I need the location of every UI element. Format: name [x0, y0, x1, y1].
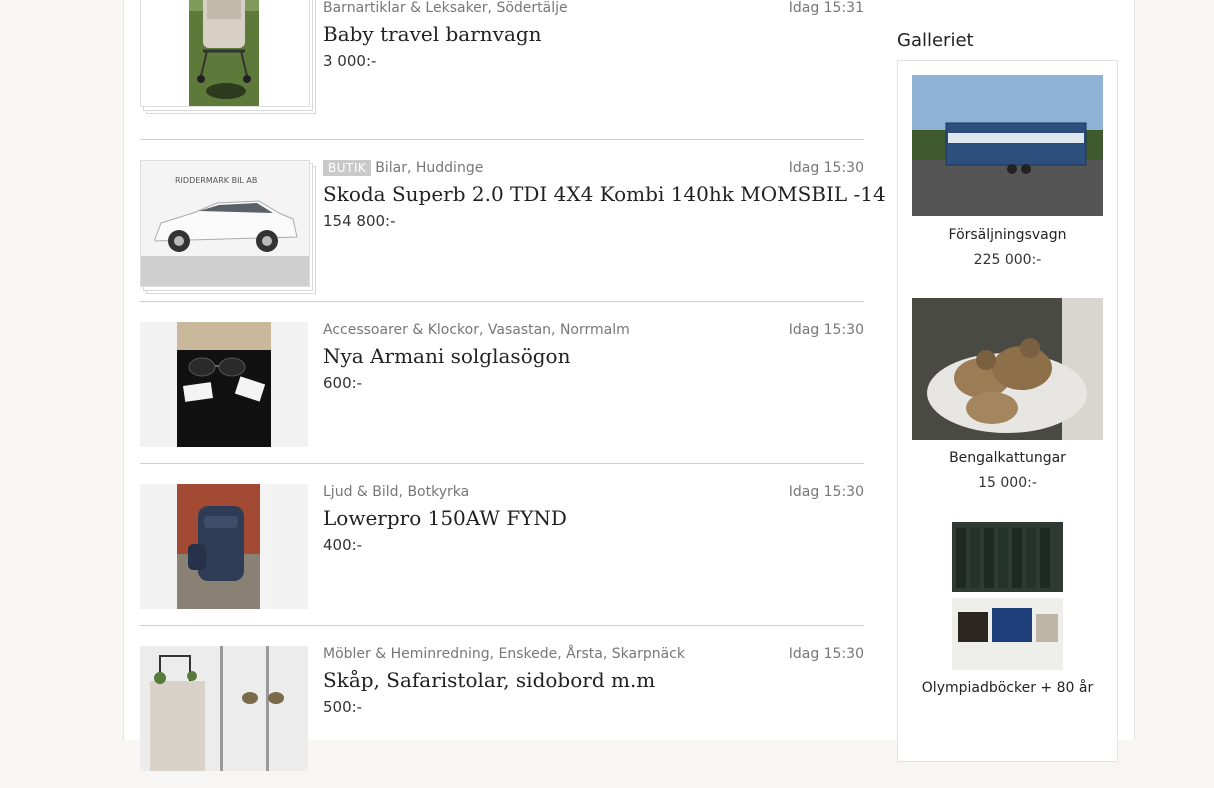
listing-time: Idag 15:30 — [788, 160, 864, 176]
trailer-photo[interactable] — [912, 75, 1103, 216]
thumbnail-stack[interactable]: RIDDERMARK BIL AB — [140, 160, 316, 294]
shop-badge: BUTIK — [323, 160, 372, 176]
furniture-photo[interactable] — [140, 646, 308, 771]
listing-category: Barnartiklar & Leksaker, Södertälje — [323, 0, 568, 16]
listing-title[interactable]: Skoda Superb 2.0 TDI 4X4 Kombi 140hk MOM… — [323, 182, 886, 206]
list-item[interactable]: Barnartiklar & Leksaker, Södertälje Idag… — [140, 0, 864, 140]
listing-title[interactable]: Lowerpro 150AW FYND — [323, 506, 567, 530]
gallery-item-name[interactable]: Bengalkattungar — [898, 450, 1117, 466]
thumbnail[interactable] — [140, 646, 310, 772]
sunglasses-photo[interactable] — [140, 322, 308, 447]
gallery-item[interactable]: Bengalkattungar 15 000:- — [898, 298, 1117, 503]
listing-title[interactable]: Nya Armani solglasögon — [323, 344, 570, 368]
gallery-item-name[interactable]: Olympiadböcker + 80 år — [898, 680, 1117, 696]
gallery-item-price: 225 000:- — [973, 252, 1042, 268]
gallery-item-price: 15 000:- — [978, 475, 1037, 491]
stroller-photo[interactable] — [140, 0, 310, 107]
gallery-panel: Försäljningsvagn 225 000:- Bengalkattung… — [897, 60, 1118, 762]
listing-category: Möbler & Heminredning, Enskede, Årsta, S… — [323, 646, 685, 662]
list-item[interactable]: Ljud & Bild, Botkyrka Idag 15:30 Lowerpr… — [140, 464, 864, 626]
thumbnail-stack[interactable] — [140, 0, 316, 114]
gallery-item[interactable]: Olympiadböcker + 80 år — [898, 522, 1117, 727]
listing-time: Idag 15:31 — [788, 0, 864, 16]
listing-price: 500:- — [323, 698, 363, 716]
list-item[interactable]: RIDDERMARK BIL AB BUTIK Bilar, Huddinge I… — [140, 140, 886, 302]
thumbnail[interactable] — [140, 484, 310, 610]
kittens-photo[interactable] — [912, 298, 1103, 440]
svg-text:RIDDERMARK BIL AB: RIDDERMARK BIL AB — [175, 176, 257, 185]
gallery-heading: Galleriet — [897, 30, 974, 51]
listing-title[interactable]: Baby travel barnvagn — [323, 22, 542, 46]
listing-category: Accessoarer & Klockor, Vasastan, Norrmal… — [323, 322, 630, 338]
gallery-item[interactable]: Försäljningsvagn 225 000:- — [898, 75, 1117, 280]
list-item[interactable]: Accessoarer & Klockor, Vasastan, Norrmal… — [140, 302, 864, 464]
books-photo[interactable] — [952, 522, 1063, 670]
backpack-photo[interactable] — [140, 484, 308, 609]
listing-price: 400:- — [323, 536, 363, 554]
listing-time: Idag 15:30 — [788, 322, 864, 338]
listing-price: 3 000:- — [323, 52, 377, 70]
thumbnail[interactable] — [140, 322, 310, 448]
listing-time: Idag 15:30 — [788, 484, 864, 500]
car-photo[interactable]: RIDDERMARK BIL AB — [140, 160, 310, 287]
main-content: Barnartiklar & Leksaker, Södertälje Idag… — [123, 0, 1135, 771]
listing-title[interactable]: Skåp, Safaristolar, sidobord m.m — [323, 668, 655, 692]
listing-time: Idag 15:30 — [788, 646, 864, 662]
gallery-item-name[interactable]: Försäljningsvagn — [898, 227, 1117, 243]
listing-category: BUTIK Bilar, Huddinge — [323, 160, 483, 176]
list-item[interactable]: Möbler & Heminredning, Enskede, Årsta, S… — [140, 626, 864, 788]
listing-price: 154 800:- — [323, 212, 396, 230]
listing-category: Ljud & Bild, Botkyrka — [323, 484, 470, 500]
listing-price: 600:- — [323, 374, 363, 392]
